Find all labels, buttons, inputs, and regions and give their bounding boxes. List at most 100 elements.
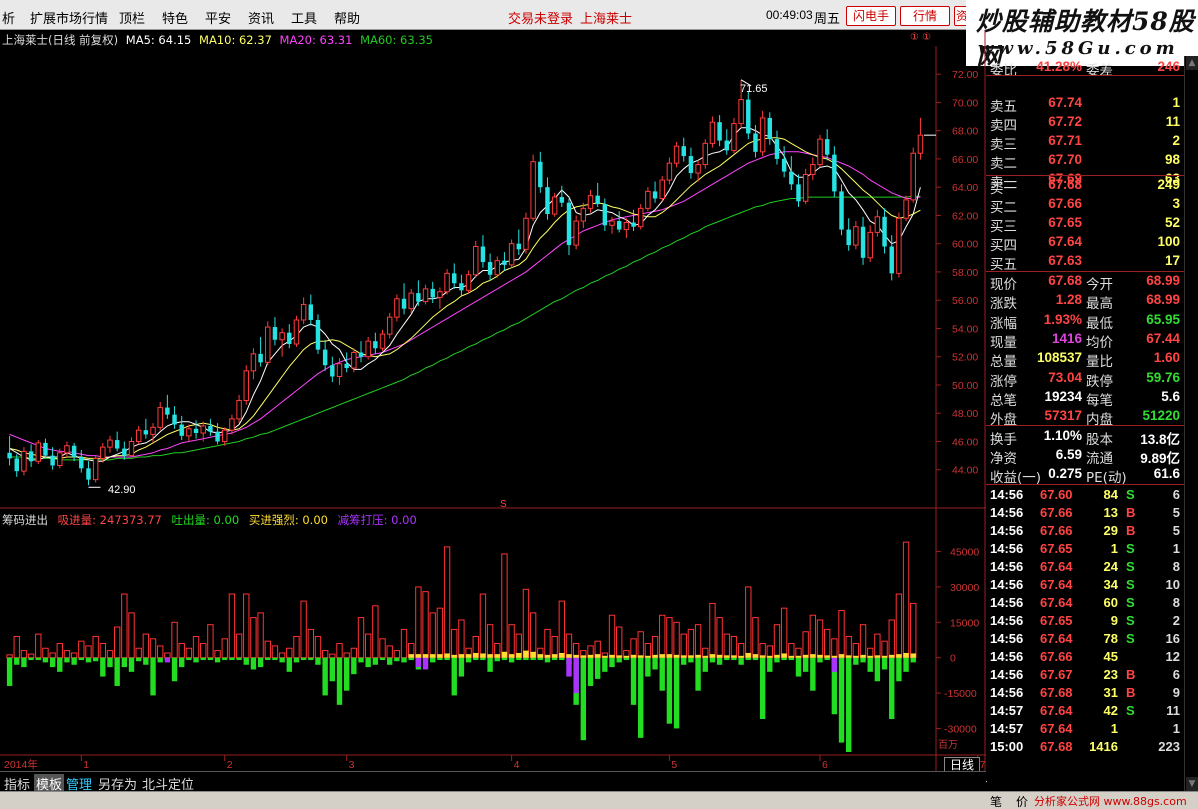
status-site-link[interactable]: 分析家公式网 www.88gs.com xyxy=(1034,793,1187,809)
tick-volume: 23 xyxy=(1103,667,1118,682)
inflow-bar xyxy=(271,645,279,659)
candle-body-up xyxy=(702,142,708,166)
inflow-bar xyxy=(386,645,393,659)
tick-scrollbar[interactable]: ▲ ▼ xyxy=(1184,56,1198,791)
pressure-bar xyxy=(422,657,429,670)
strong-buy-bar xyxy=(817,654,823,658)
strong-buy-bar xyxy=(430,654,436,658)
candle-body-up xyxy=(300,303,307,321)
candle-body-up xyxy=(57,452,63,467)
candlestick-chart[interactable]: 72.00 70.00 68.00 66.00 64.00 62.00 60.00 58.00… xyxy=(0,0,986,771)
candle-body-down xyxy=(717,122,722,141)
watermark-url: www.58Gu.com xyxy=(978,38,1179,59)
strong-buy-bar xyxy=(465,654,472,658)
outflow-bar xyxy=(121,657,128,668)
inflow-bar xyxy=(400,628,408,659)
inflow-bar xyxy=(429,612,436,659)
stat-row: 现量 1416 均价 67.44 xyxy=(986,330,1184,351)
outflow-bar xyxy=(709,657,716,663)
month-label: 2014年 xyxy=(4,758,38,771)
tick-volume: 60 xyxy=(1103,595,1118,610)
stat-row-label-2: 跌停 xyxy=(1086,373,1113,390)
inflow-bar xyxy=(178,643,185,659)
candle-body-up xyxy=(250,353,257,372)
panel-divider-line xyxy=(986,271,1184,272)
candle-body-down xyxy=(287,332,292,344)
inflow-bar xyxy=(694,624,702,659)
app-window: 析 扩展市场行情 顶栏 特色 平安 资讯 工具 帮助 交易未登录 上海莱士 00… xyxy=(0,0,1198,809)
candle-body-up xyxy=(100,446,106,459)
strong-buy-bar xyxy=(494,654,500,658)
price-tick-label: 52.00 xyxy=(952,352,978,364)
inflow-bar xyxy=(845,635,852,659)
inflow-bar xyxy=(278,652,286,659)
inflow-bar xyxy=(522,588,530,659)
ask-row-value: 67.72 xyxy=(1048,114,1082,129)
strong-buy-bar xyxy=(695,654,701,658)
stat-row-label: 涨幅 xyxy=(990,315,1017,332)
inflow-bar xyxy=(529,612,537,659)
candle-body-up xyxy=(107,439,113,448)
strong-buy-bar xyxy=(422,654,429,658)
watermark-banner: 炒股辅助教材58股网 www.58Gu.com xyxy=(966,0,1198,72)
strong-buy-bar xyxy=(537,654,543,658)
inflow-bar xyxy=(393,650,401,659)
inflow-bar xyxy=(730,635,738,659)
high-price-label: 71.65 xyxy=(740,83,768,95)
candle-body-up xyxy=(394,298,400,318)
candle-body-up xyxy=(573,220,579,246)
tick-row: 15:00 67.68 1416 223 xyxy=(986,738,1184,756)
scroll-down-icon[interactable]: ▼ xyxy=(1186,777,1198,791)
indicator-name[interactable]: 筹码进出 xyxy=(2,513,48,527)
bid-volume: 3 xyxy=(1172,196,1180,211)
inflow-bar xyxy=(286,647,293,659)
candle-body-down xyxy=(652,191,658,199)
outflow-bar xyxy=(559,657,565,661)
stat-row-value: 67.68 xyxy=(1048,273,1082,288)
tick-volume: 1416 xyxy=(1089,739,1118,754)
pressure-bar xyxy=(573,657,579,694)
strong-buy-bar xyxy=(846,655,852,658)
candle-body-down xyxy=(322,349,328,366)
tick-count: 10 xyxy=(1165,577,1180,592)
outflow-bar xyxy=(179,657,185,668)
flow-tick-label: 15000 xyxy=(950,617,979,629)
outflow-bar xyxy=(501,657,508,661)
outflow-bar xyxy=(587,657,594,686)
inflow-bar xyxy=(666,617,673,659)
tick-row: 14:56 67.64 78 S 16 xyxy=(986,630,1184,648)
candle-body-up xyxy=(587,195,594,209)
outflow-bar xyxy=(580,657,587,741)
candle-body-up xyxy=(265,326,271,363)
status-tab-trades[interactable]: 笔 xyxy=(990,793,1002,809)
outflow-bar xyxy=(200,657,206,661)
strong-buy-bar xyxy=(673,654,680,658)
tick-row: 14:57 67.64 42 S 11 xyxy=(986,702,1184,720)
strong-buy-bar xyxy=(551,654,558,658)
candle-body-up xyxy=(910,152,916,201)
candle-body-up xyxy=(293,319,300,345)
outflow-bar xyxy=(49,657,56,668)
tick-price: 67.60 xyxy=(1040,487,1073,502)
stat-row: 涨停 73.04 跌停 59.76 xyxy=(986,369,1184,390)
candle-body-down xyxy=(14,458,19,472)
status-tab-price[interactable]: 价 xyxy=(1016,793,1028,809)
outflow-bar xyxy=(745,657,751,661)
inflow-bar xyxy=(752,617,759,659)
candle-body-up xyxy=(551,196,558,215)
candle-body-down xyxy=(258,353,263,363)
outflow-bar xyxy=(171,657,178,682)
inflow-bar xyxy=(737,643,745,659)
ask-row-value: 67.71 xyxy=(1048,133,1082,148)
scroll-up-icon[interactable]: ▲ xyxy=(1186,56,1198,70)
status-bar: 笔 价 分析家公式网 www.88gs.com xyxy=(0,791,1198,809)
outflow-bar xyxy=(903,657,909,672)
inflow-bar xyxy=(895,593,903,659)
candle-body-down xyxy=(724,140,729,151)
outflow-bar xyxy=(731,657,737,661)
candle-body-up xyxy=(874,216,881,233)
candle-body-up xyxy=(659,179,665,199)
candle-body-up xyxy=(473,246,479,276)
stat-row-value: 1.93% xyxy=(1043,311,1082,327)
outflow-bar xyxy=(329,657,336,682)
